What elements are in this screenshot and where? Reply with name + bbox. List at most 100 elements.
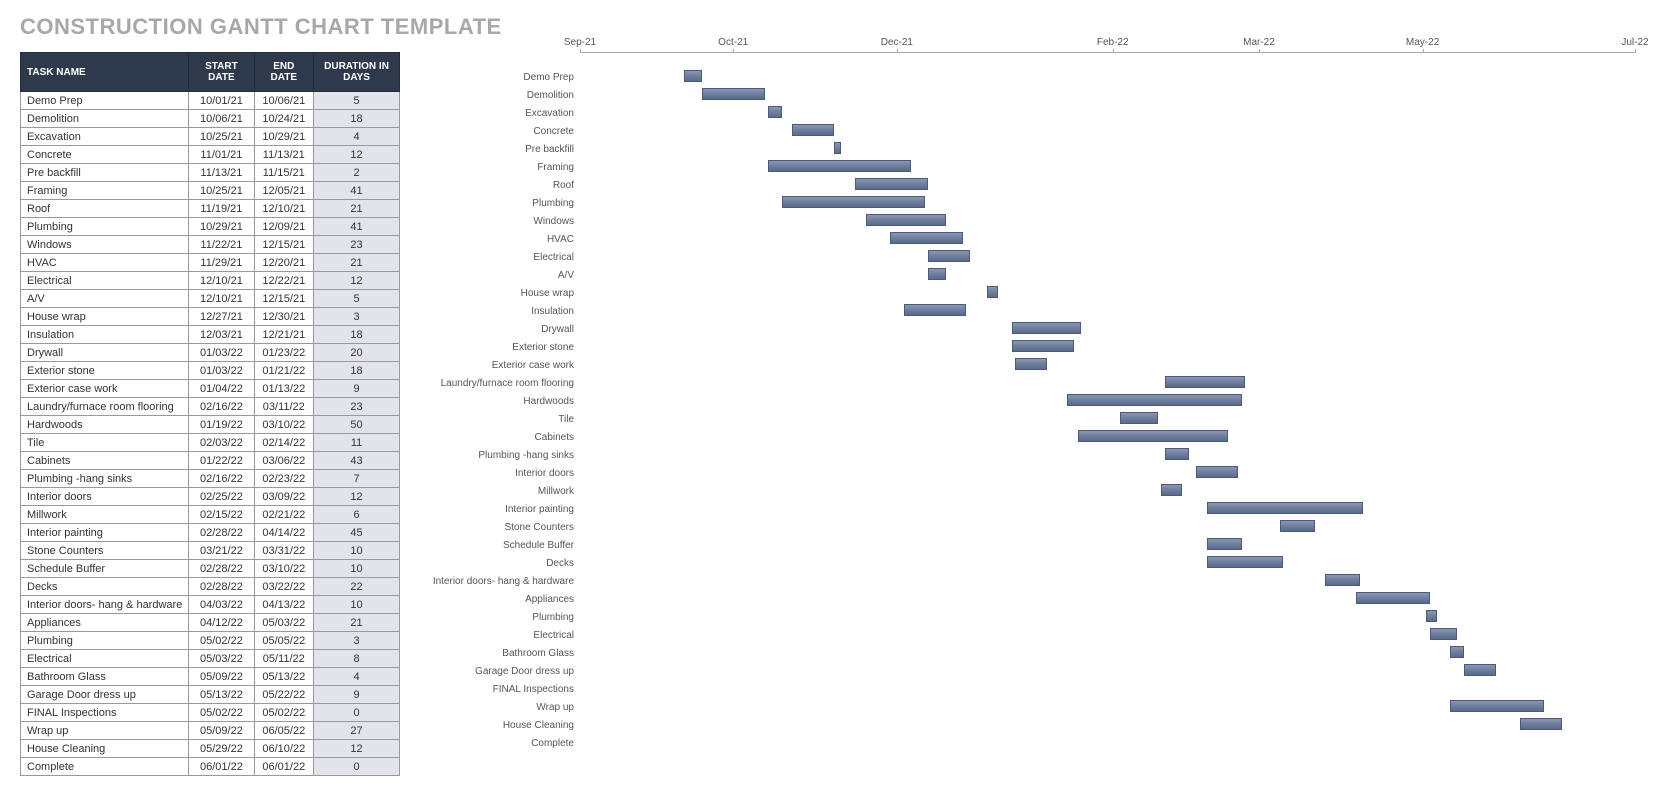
start-date-cell: 05/02/22	[189, 632, 254, 650]
start-date-cell: 02/28/22	[189, 560, 254, 578]
table-row: Stone Counters03/21/2203/31/2210	[21, 542, 400, 560]
col-duration: DURATION IN DAYS	[314, 53, 400, 92]
gantt-track	[580, 302, 1635, 320]
duration-cell: 9	[314, 686, 400, 704]
table-row: Pre backfill11/13/2111/15/212	[21, 164, 400, 182]
start-date-cell: 11/01/21	[189, 146, 254, 164]
gantt-bar	[792, 124, 834, 136]
gantt-row-label: Appliances	[420, 594, 580, 605]
axis-tick-label: Sep-21	[564, 37, 596, 48]
end-date-cell: 02/21/22	[254, 506, 314, 524]
table-row: Bathroom Glass05/09/2205/13/224	[21, 668, 400, 686]
duration-cell: 6	[314, 506, 400, 524]
gantt-bar	[1325, 574, 1360, 586]
gantt-row: Wrap up	[420, 698, 1635, 716]
duration-cell: 43	[314, 452, 400, 470]
gantt-row: House wrap	[420, 284, 1635, 302]
gantt-row-label: Garage Door dress up	[420, 666, 580, 677]
gantt-bar	[1426, 610, 1436, 622]
gantt-row: Plumbing	[420, 608, 1635, 626]
gantt-row-label: House wrap	[420, 288, 580, 299]
start-date-cell: 10/29/21	[189, 218, 254, 236]
axis-tick-mark	[897, 49, 898, 53]
gantt-row-label: Windows	[420, 216, 580, 227]
end-date-cell: 10/24/21	[254, 110, 314, 128]
gantt-row: Hardwoods	[420, 392, 1635, 410]
gantt-row: Tile	[420, 410, 1635, 428]
gantt-track	[580, 284, 1635, 302]
task-name-cell: FINAL Inspections	[21, 704, 189, 722]
gantt-track	[580, 662, 1635, 680]
start-date-cell: 12/10/21	[189, 290, 254, 308]
end-date-cell: 12/09/21	[254, 218, 314, 236]
gantt-row: Exterior case work	[420, 356, 1635, 374]
task-name-cell: Hardwoods	[21, 416, 189, 434]
duration-cell: 22	[314, 578, 400, 596]
gantt-row-label: Interior doors- hang & hardware	[420, 576, 580, 587]
gantt-bar	[866, 214, 946, 226]
table-row: Garage Door dress up05/13/2205/22/229	[21, 686, 400, 704]
duration-cell: 4	[314, 128, 400, 146]
gantt-bar	[987, 286, 997, 298]
axis-tick-label: Oct-21	[718, 37, 748, 48]
gantt-track	[580, 122, 1635, 140]
gantt-row-label: Pre backfill	[420, 144, 580, 155]
duration-cell: 9	[314, 380, 400, 398]
table-row: Drywall01/03/2201/23/2220	[21, 344, 400, 362]
gantt-track	[580, 392, 1635, 410]
end-date-cell: 04/13/22	[254, 596, 314, 614]
axis-tick-mark	[733, 49, 734, 53]
gantt-bar	[1430, 628, 1458, 640]
gantt-track	[580, 104, 1635, 122]
table-row: Exterior case work01/04/2201/13/229	[21, 380, 400, 398]
gantt-row-label: Plumbing -hang sinks	[420, 450, 580, 461]
table-row: FINAL Inspections05/02/2205/02/220	[21, 704, 400, 722]
gantt-track	[580, 554, 1635, 572]
task-table: TASK NAME START DATE END DATE DURATION I…	[20, 52, 400, 776]
task-name-cell: Demo Prep	[21, 92, 189, 110]
start-date-cell: 04/12/22	[189, 614, 254, 632]
start-date-cell: 12/10/21	[189, 272, 254, 290]
start-date-cell: 02/03/22	[189, 434, 254, 452]
gantt-chart: Sep-21Oct-21Dec-21Feb-22Mar-22May-22Jul-…	[420, 52, 1635, 752]
gantt-row: Complete	[420, 734, 1635, 752]
duration-cell: 10	[314, 560, 400, 578]
gantt-bar	[1165, 376, 1245, 388]
start-date-cell: 02/28/22	[189, 524, 254, 542]
table-row: Plumbing -hang sinks02/16/2202/23/227	[21, 470, 400, 488]
gantt-row: Bathroom Glass	[420, 644, 1635, 662]
end-date-cell: 10/29/21	[254, 128, 314, 146]
gantt-row: Garage Door dress up	[420, 662, 1635, 680]
main-layout: TASK NAME START DATE END DATE DURATION I…	[20, 52, 1635, 776]
task-name-cell: Exterior stone	[21, 362, 189, 380]
task-name-cell: Insulation	[21, 326, 189, 344]
duration-cell: 10	[314, 542, 400, 560]
duration-cell: 7	[314, 470, 400, 488]
gantt-track	[580, 734, 1635, 752]
gantt-track	[580, 338, 1635, 356]
gantt-row: Exterior stone	[420, 338, 1635, 356]
task-name-cell: Interior doors- hang & hardware	[21, 596, 189, 614]
axis-tick-label: Dec-21	[881, 37, 913, 48]
end-date-cell: 02/23/22	[254, 470, 314, 488]
duration-cell: 18	[314, 362, 400, 380]
end-date-cell: 05/22/22	[254, 686, 314, 704]
gantt-row: Insulation	[420, 302, 1635, 320]
gantt-bar	[1207, 538, 1242, 550]
gantt-bar	[1464, 664, 1495, 676]
end-date-cell: 01/23/22	[254, 344, 314, 362]
duration-cell: 18	[314, 326, 400, 344]
duration-cell: 12	[314, 146, 400, 164]
start-date-cell: 01/04/22	[189, 380, 254, 398]
table-row: House wrap12/27/2112/30/213	[21, 308, 400, 326]
end-date-cell: 06/05/22	[254, 722, 314, 740]
start-date-cell: 02/16/22	[189, 470, 254, 488]
gantt-row-label: Laundry/furnace room flooring	[420, 378, 580, 389]
end-date-cell: 06/01/22	[254, 758, 314, 776]
task-name-cell: Framing	[21, 182, 189, 200]
task-name-cell: Drywall	[21, 344, 189, 362]
task-name-cell: House wrap	[21, 308, 189, 326]
end-date-cell: 05/11/22	[254, 650, 314, 668]
start-date-cell: 10/25/21	[189, 182, 254, 200]
task-name-cell: Garage Door dress up	[21, 686, 189, 704]
